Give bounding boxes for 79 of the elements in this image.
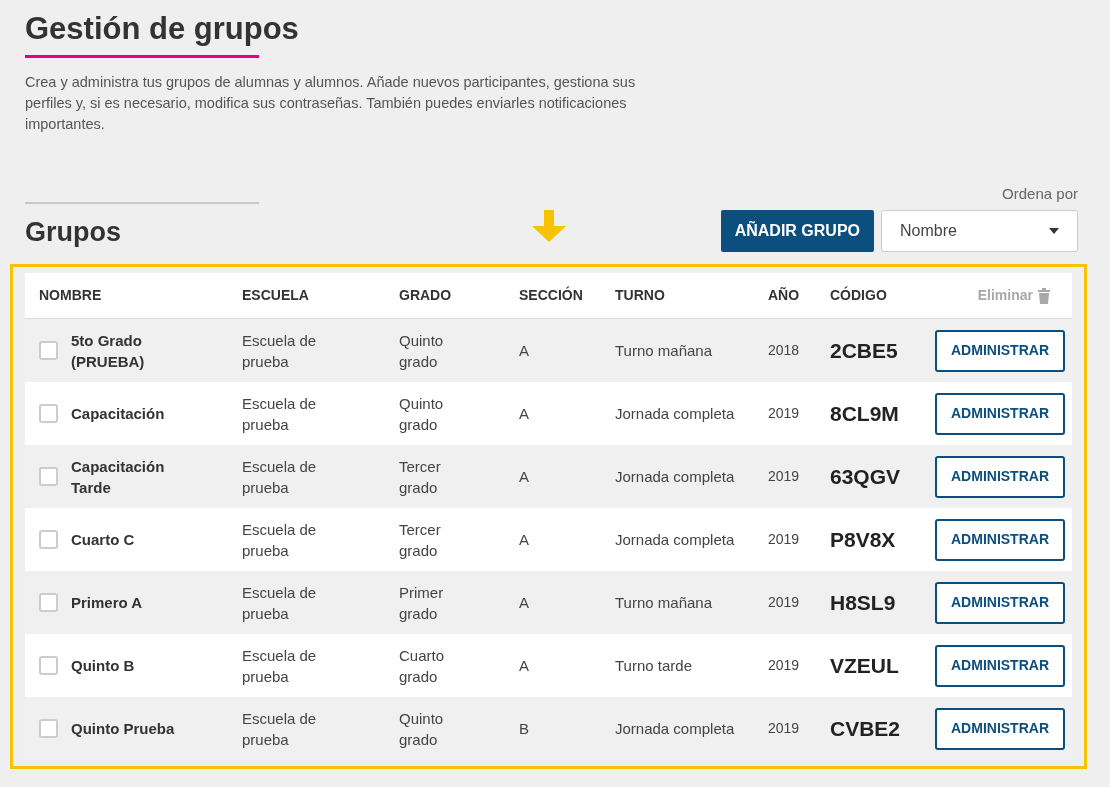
school-cell-text: Escuela de prueba xyxy=(242,393,318,435)
manage-button[interactable]: ADMINISTRAR xyxy=(935,518,1065,561)
shift-cell-text: Turno mañana xyxy=(615,341,713,361)
row-checkbox[interactable] xyxy=(39,530,58,549)
page-title: Gestión de grupos xyxy=(25,10,299,48)
shift-cell-text: Jornada completa xyxy=(615,719,735,739)
year-cell-text: 2019 xyxy=(768,530,801,549)
sort-select[interactable]: Nombre xyxy=(881,210,1078,252)
year-cell-text: 2019 xyxy=(768,656,801,675)
column-header: TURNO xyxy=(615,286,666,305)
shift-cell-text: Jornada completa xyxy=(615,404,735,424)
year-cell-text: 2019 xyxy=(768,404,801,423)
row-checkbox[interactable] xyxy=(39,467,58,486)
school-cell-text: Escuela de prueba xyxy=(242,330,318,372)
school-cell-text: Escuela de prueba xyxy=(242,456,318,498)
manage-button[interactable]: ADMINISTRAR xyxy=(935,455,1065,498)
year-cell-text: 2019 xyxy=(768,467,801,486)
grade-cell-text: Cuarto grado xyxy=(399,645,446,687)
row-checkbox[interactable] xyxy=(39,656,58,675)
shift-cell-text: Turno mañana xyxy=(615,593,713,613)
group-name: Cuarto C xyxy=(71,530,136,550)
manage-button[interactable]: ADMINISTRAR xyxy=(935,581,1065,624)
group-code: 8CL9M xyxy=(830,403,900,424)
row-checkbox[interactable] xyxy=(39,593,58,612)
grade-cell-text: Tercer grado xyxy=(399,456,442,498)
shift-cell-text: Jornada completa xyxy=(615,467,735,487)
trash-icon xyxy=(1038,287,1050,304)
group-name: Capacitación xyxy=(71,404,166,424)
caret-icon xyxy=(1049,228,1059,234)
section-cell-text: A xyxy=(519,530,530,550)
row-checkbox[interactable] xyxy=(39,719,58,738)
group-code: 63QGV xyxy=(830,466,902,487)
section-cell-text: A xyxy=(519,656,530,676)
section-cell-text: A xyxy=(519,404,530,424)
group-name: Primero A xyxy=(71,593,144,613)
group-code: P8V8X xyxy=(830,529,897,550)
manage-button[interactable]: ADMINISTRAR xyxy=(935,707,1065,750)
column-header: SECCIÓN xyxy=(519,285,584,305)
group-name: Quinto B xyxy=(71,656,136,676)
year-cell-text: 2019 xyxy=(768,593,801,612)
page-description: Crea y administra tus grupos de alumnas y alumnos. Añade nuevos participantes, gestiona sus perfiles y, si es necesario, modifica sus contraseñas. También puedes enviarles notificaciones importantes. xyxy=(25,72,637,134)
group-code: CVBE2 xyxy=(830,718,902,739)
grade-cell-text: Quinto grado xyxy=(399,708,445,750)
column-header: NOMBRE xyxy=(39,286,103,305)
grade-cell-text: Primer grado xyxy=(399,582,445,624)
section-cell-text: A xyxy=(519,341,530,361)
grade-cell-text: Quinto grado xyxy=(399,393,445,435)
section-cell-text: A xyxy=(519,593,530,613)
grade-cell-text: Tercer grado xyxy=(399,519,442,561)
school-cell-text: Escuela de prueba xyxy=(242,519,318,561)
section-cell-text: B xyxy=(519,719,530,739)
group-name: Quinto Prueba xyxy=(71,719,176,739)
shift-cell-text: Turno tarde xyxy=(615,656,693,676)
row-checkbox[interactable] xyxy=(39,341,58,360)
year-cell-text: 2019 xyxy=(768,719,801,738)
column-header: AÑO xyxy=(768,286,801,305)
year-cell-text: 2018 xyxy=(768,341,801,360)
arrow-icon xyxy=(532,210,566,242)
column-header: ESCUELA xyxy=(242,286,310,305)
group-code: H8SL9 xyxy=(830,592,897,613)
manage-button[interactable]: ADMINISTRAR xyxy=(935,392,1065,435)
row-checkbox[interactable] xyxy=(39,404,58,423)
column-header: CÓDIGO xyxy=(830,285,888,305)
manage-button[interactable]: ADMINISTRAR xyxy=(935,644,1065,687)
group-code: VZEUL xyxy=(830,655,900,676)
group-name: Capacitación Tarde xyxy=(71,456,166,498)
section-cell-text: A xyxy=(519,467,530,487)
shift-cell-text: Jornada completa xyxy=(615,530,735,550)
grade-cell-text: Quinto grado xyxy=(399,330,445,372)
manage-button[interactable]: ADMINISTRAR xyxy=(935,329,1065,372)
sort-label: Ordena por xyxy=(1002,183,1078,204)
section-title: Grupos xyxy=(25,215,122,249)
school-cell-text: Escuela de prueba xyxy=(242,645,318,687)
school-cell-text: Escuela de prueba xyxy=(242,708,318,750)
group-code: 2CBE5 xyxy=(830,340,899,361)
group-name: 5to Grado (PRUEBA) xyxy=(71,330,146,372)
add-group-button[interactable]: AÑADIR GRUPO xyxy=(720,210,874,252)
column-header: GRADO xyxy=(399,286,453,305)
school-cell-text: Escuela de prueba xyxy=(242,582,318,624)
